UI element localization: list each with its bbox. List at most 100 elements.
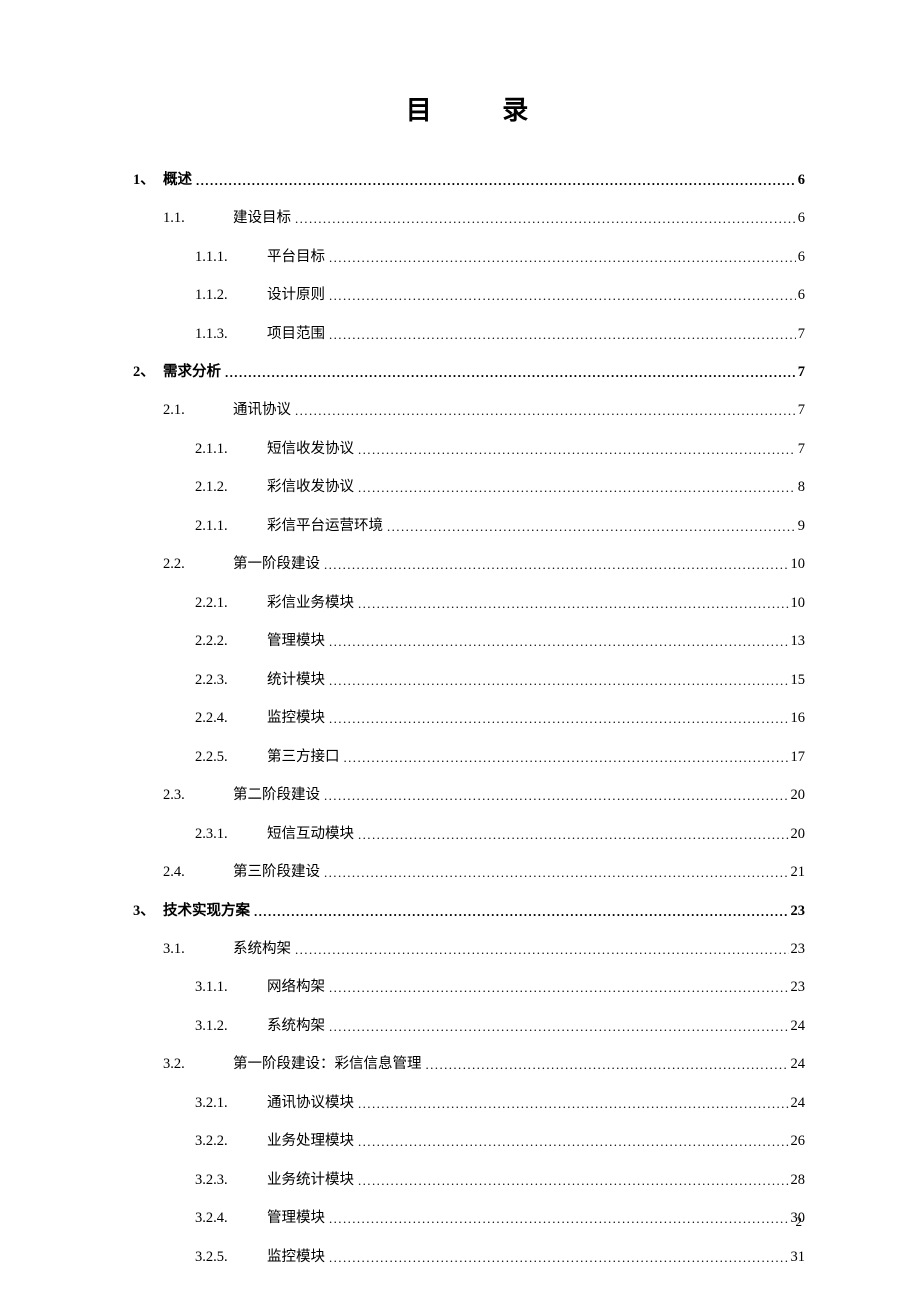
toc-entry-text: 第一阶段建设：彩信信息管理	[233, 1046, 426, 1084]
toc-entry-number: 3.1.2.	[195, 1008, 267, 1046]
toc-entry-text: 短信互动模块	[267, 816, 358, 854]
toc-leader-dots	[329, 623, 789, 661]
toc-entry-text: 通讯协议模块	[267, 1085, 358, 1123]
toc-entry-page: 24	[789, 1008, 806, 1046]
toc-entry: 2.1.2.彩信收发协议8	[195, 468, 805, 507]
toc-entry-text: 管理模块	[267, 623, 329, 661]
toc-leader-dots	[225, 354, 796, 391]
toc-entry-number: 1.1.3.	[195, 316, 267, 354]
toc-leader-dots	[358, 1085, 789, 1123]
toc-entry-page: 7	[796, 431, 805, 469]
toc-entry-text: 短信收发协议	[267, 431, 358, 469]
toc-leader-dots	[358, 431, 796, 469]
toc-leader-dots	[329, 239, 796, 277]
toc-leader-dots	[254, 893, 789, 930]
toc-leader-dots	[329, 1239, 789, 1277]
toc-entry: 2.1.通讯协议7	[163, 391, 805, 430]
toc-entry-text: 通讯协议	[233, 392, 295, 430]
toc-leader-dots	[324, 854, 789, 892]
toc-entry: 2.2.3.统计模块15	[195, 661, 805, 700]
toc-entry: 2.4.第三阶段建设21	[163, 853, 805, 892]
toc-entry-text: 第二阶段建设	[233, 777, 324, 815]
toc-leader-dots	[426, 1046, 789, 1084]
toc-entry-page: 31	[789, 1239, 806, 1277]
toc-entry-text: 管理模块	[267, 1200, 329, 1238]
toc-entry-number: 2.1.2.	[195, 469, 267, 507]
toc-leader-dots	[329, 969, 789, 1007]
toc-entry-number: 2.3.	[163, 777, 233, 815]
toc-entry: 3.2.第一阶段建设：彩信信息管理24	[163, 1045, 805, 1084]
toc-entry-number: 2.2.5.	[195, 739, 267, 777]
toc-entry: 3.2.2.业务处理模块 26	[195, 1122, 805, 1161]
toc-entry: 2.2.2.管理模块13	[195, 622, 805, 661]
toc-entry-number: 3.1.1.	[195, 969, 267, 1007]
toc-leader-dots	[295, 200, 796, 238]
toc-entry: 2.2.第一阶段建设 10	[163, 545, 805, 584]
toc-entry: 3.2.5.监控模块31	[195, 1238, 805, 1277]
toc-entry: 3、技术实现方案23	[133, 892, 805, 930]
toc-entry-page: 6	[796, 162, 805, 199]
toc-entry: 2.1.1.短信收发协议7	[195, 430, 805, 469]
toc-entry: 3.1.1.网络构架 23	[195, 968, 805, 1007]
toc-entry-text: 概述	[163, 162, 196, 199]
toc-entry-text: 监控模块	[267, 700, 329, 738]
toc-leader-dots	[344, 739, 789, 777]
toc-entry-number: 2.2.4.	[195, 700, 267, 738]
toc-leader-dots	[324, 777, 789, 815]
toc-entry-text: 彩信收发协议	[267, 469, 358, 507]
toc-entry-page: 24	[789, 1085, 806, 1123]
toc-entry: 1.1.1.平台目标 6	[195, 238, 805, 277]
toc-entry-number: 1、	[133, 162, 163, 199]
toc-entry-number: 2.2.	[163, 546, 233, 584]
toc-entry-number: 2.3.1.	[195, 816, 267, 854]
toc-entry-page: 10	[789, 546, 806, 584]
toc-entry-page: 7	[796, 354, 805, 391]
toc-entry: 3.2.3.业务统计模块28	[195, 1161, 805, 1200]
toc-entry-number: 1.1.1.	[195, 239, 267, 277]
toc-entry-number: 3.2.	[163, 1046, 233, 1084]
toc-leader-dots	[329, 662, 789, 700]
toc-entry-page: 23	[789, 969, 806, 1007]
toc-entry-number: 2.2.3.	[195, 662, 267, 700]
toc-entry-page: 17	[789, 739, 806, 777]
toc-entry-page: 26	[789, 1123, 806, 1161]
toc-entry-page: 20	[789, 816, 806, 854]
toc-entry-page: 15	[789, 662, 806, 700]
toc-entry-number: 1.1.2.	[195, 277, 267, 315]
toc-entry-text: 第三方接口	[267, 739, 344, 777]
toc-entry: 1、概述 6	[133, 161, 805, 199]
toc-entry-page: 9	[796, 508, 805, 546]
toc-list: 1、概述61.1.建设目标61.1.1.平台目标61.1.2.设计原则61.1.…	[133, 161, 805, 1276]
toc-leader-dots	[387, 508, 796, 546]
toc-entry-number: 3.2.2.	[195, 1123, 267, 1161]
toc-entry-text: 平台目标	[267, 239, 329, 277]
toc-entry: 2.2.5.第三方接口 17	[195, 738, 805, 777]
toc-entry-text: 业务统计模块	[267, 1162, 358, 1200]
toc-entry-number: 2.1.1.	[195, 508, 267, 546]
toc-entry-page: 7	[796, 392, 805, 430]
toc-entry-number: 3.2.4.	[195, 1200, 267, 1238]
toc-leader-dots	[329, 1200, 789, 1238]
toc-entry-page: 6	[796, 239, 805, 277]
toc-entry-number: 2.2.2.	[195, 623, 267, 661]
toc-entry: 2.3.1.短信互动模块 20	[195, 815, 805, 854]
toc-entry-number: 3.1.	[163, 931, 233, 969]
toc-entry: 3.2.1.通讯协议模块 24	[195, 1084, 805, 1123]
toc-leader-dots	[358, 1123, 789, 1161]
toc-leader-dots	[329, 700, 789, 738]
toc-entry-page: 23	[789, 893, 806, 930]
toc-entry: 3.1.系统构架23	[163, 930, 805, 969]
toc-entry-page: 21	[789, 854, 806, 892]
toc-leader-dots	[324, 546, 789, 584]
toc-leader-dots	[329, 277, 796, 315]
toc-leader-dots	[358, 816, 789, 854]
toc-leader-dots	[295, 931, 789, 969]
toc-leader-dots	[196, 162, 796, 199]
toc-entry-text: 第一阶段建设	[233, 546, 324, 584]
toc-entry-text: 网络构架	[267, 969, 329, 1007]
toc-entry-text: 需求分析	[163, 354, 225, 391]
toc-entry-number: 2.4.	[163, 854, 233, 892]
toc-entry-text: 业务处理模块	[267, 1123, 358, 1161]
toc-leader-dots	[329, 316, 796, 354]
toc-entry-number: 3.2.1.	[195, 1085, 267, 1123]
